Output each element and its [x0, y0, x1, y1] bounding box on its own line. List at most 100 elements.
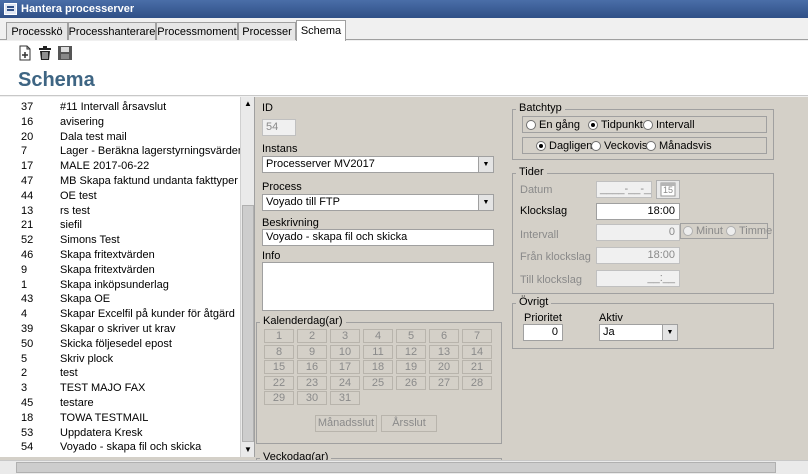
fran-klockslag-field: 18:00: [596, 247, 680, 264]
day-button[interactable]: 4: [363, 329, 393, 343]
list-item[interactable]: 39 Skapar o skriver ut krav: [0, 322, 240, 337]
day-button[interactable]: 13: [429, 344, 459, 359]
chevron-down-icon[interactable]: ▼: [478, 157, 493, 172]
list-item[interactable]: 45 testare: [0, 396, 240, 411]
chevron-down-icon[interactable]: ▼: [478, 195, 493, 210]
day-button[interactable]: 8: [264, 344, 294, 359]
list-item[interactable]: 16 avisering: [0, 115, 240, 130]
day-button[interactable]: 25: [363, 375, 393, 390]
radio-minut[interactable]: Minut: [683, 225, 723, 237]
day-button[interactable]: 26: [396, 375, 426, 390]
arsslut-button[interactable]: Årsslut: [381, 415, 437, 432]
scroll-thumb[interactable]: [242, 205, 254, 442]
instans-label: Instans: [262, 143, 298, 155]
radio-label: Veckovis: [604, 140, 648, 152]
day-button[interactable]: 28: [462, 375, 492, 390]
tab-label: Schema: [300, 25, 342, 37]
day-button[interactable]: 16: [297, 360, 327, 374]
day-button[interactable]: 29: [264, 391, 294, 405]
list-scrollbar[interactable]: ▲ ▼: [240, 97, 254, 457]
tab-processmoment[interactable]: Processmoment: [156, 22, 238, 40]
list-item[interactable]: 3 TEST MAJO FAX: [0, 381, 240, 396]
list-item[interactable]: 50 Skicka följesedel epost: [0, 337, 240, 352]
scroll-up-icon[interactable]: ▲: [241, 97, 254, 111]
save-button[interactable]: [56, 44, 74, 62]
instans-select[interactable]: Processerver MV2017 ▼: [262, 156, 494, 173]
day-button[interactable]: 19: [396, 360, 426, 374]
list-item[interactable]: 46 Skapa fritextvärden: [0, 248, 240, 263]
radio-tidpunkt[interactable]: Tidpunkt: [588, 119, 643, 131]
list-item[interactable]: 43 Skapa OE: [0, 292, 240, 307]
prioritet-field[interactable]: 0: [523, 324, 563, 341]
list-item[interactable]: 2 test: [0, 366, 240, 381]
list-item[interactable]: 44 OE test: [0, 189, 240, 204]
tab-schema[interactable]: Schema: [296, 20, 346, 41]
chevron-down-icon[interactable]: ▼: [662, 325, 677, 340]
list-item[interactable]: 4 Skapar Excelfil på kunder för åtgärd: [0, 307, 240, 322]
list-item[interactable]: 5 Skriv plock: [0, 352, 240, 367]
day-button[interactable]: 21: [462, 360, 492, 374]
day-button[interactable]: 18: [363, 360, 393, 374]
list-item[interactable]: 54 Voyado - skapa fil och skicka: [0, 440, 240, 455]
list-item[interactable]: 1 Skapa inköpsunderlag: [0, 278, 240, 293]
list-item[interactable]: 13 rs test: [0, 204, 240, 219]
radio-dot: [591, 141, 601, 151]
day-button[interactable]: 10: [330, 344, 360, 359]
day-button[interactable]: 9: [297, 344, 327, 359]
day-button[interactable]: 24: [330, 375, 360, 390]
delete-button[interactable]: [36, 44, 54, 62]
manadsslut-button[interactable]: Månadsslut: [315, 415, 377, 432]
list-item[interactable]: 52 Simons Test: [0, 233, 240, 248]
list-item[interactable]: 47 MB Skapa faktund undanta fakttyper: [0, 174, 240, 189]
day-button[interactable]: 2: [297, 329, 327, 343]
tab-processhanterare[interactable]: Processhanterare: [68, 22, 156, 40]
list-item[interactable]: 37 #11 Intervall årsavslut: [0, 100, 240, 115]
new-button[interactable]: [16, 44, 34, 62]
horizontal-scrollbar[interactable]: [0, 460, 808, 474]
process-select[interactable]: Voyado till FTP ▼: [262, 194, 494, 211]
radio-intervall[interactable]: Intervall: [643, 119, 695, 131]
day-button[interactable]: 17: [330, 360, 360, 374]
horizontal-scroll-thumb[interactable]: [16, 462, 776, 473]
list-item-id: 7: [21, 145, 28, 158]
list-item-id: 4: [21, 308, 28, 321]
scroll-down-icon[interactable]: ▼: [241, 443, 254, 457]
radio-label: Tidpunkt: [601, 119, 643, 131]
day-button[interactable]: 1: [264, 329, 294, 343]
radio-veckovis[interactable]: Veckovis: [591, 140, 647, 152]
day-button[interactable]: 20: [429, 360, 459, 374]
fran-klockslag-label: Från klockslag: [520, 251, 591, 263]
list-item-name: MB Skapa faktund undanta fakttyper: [60, 175, 238, 187]
list-item[interactable]: 17 MALE 2017-06-22: [0, 159, 240, 174]
day-button[interactable]: 11: [363, 344, 393, 359]
day-button[interactable]: 22: [264, 375, 294, 390]
aktiv-select[interactable]: Ja ▼: [599, 324, 678, 341]
list-item[interactable]: 20 Dala test mail: [0, 130, 240, 145]
day-button[interactable]: 12: [396, 344, 426, 359]
radio-manadsvis[interactable]: Månadsvis: [646, 140, 712, 152]
klockslag-field[interactable]: 18:00: [596, 203, 680, 220]
day-button[interactable]: 3: [330, 329, 360, 343]
date-picker-button[interactable]: 15: [656, 180, 680, 199]
day-button[interactable]: 5: [396, 329, 426, 343]
radio-en-gang[interactable]: En gång: [526, 119, 580, 131]
tab-processer[interactable]: Processer: [238, 22, 296, 40]
tab-processko[interactable]: Processkö: [6, 22, 68, 40]
day-button[interactable]: 31: [330, 391, 360, 405]
day-button[interactable]: 14: [462, 344, 492, 359]
beskrivning-field[interactable]: Voyado - skapa fil och skicka: [262, 229, 494, 246]
list-item[interactable]: 21 siefil: [0, 218, 240, 233]
day-button[interactable]: 15: [264, 360, 294, 374]
info-field[interactable]: [262, 262, 494, 311]
list-item[interactable]: 9 Skapa fritextvärden: [0, 263, 240, 278]
radio-dagligen[interactable]: Dagligen: [536, 140, 592, 152]
list-item[interactable]: 18 TOWA TESTMAIL: [0, 411, 240, 426]
day-button[interactable]: 30: [297, 391, 327, 405]
radio-timme[interactable]: Timme: [726, 225, 772, 237]
day-button[interactable]: 7: [462, 329, 492, 343]
day-button[interactable]: 6: [429, 329, 459, 343]
day-button[interactable]: 23: [297, 375, 327, 390]
list-item[interactable]: 53 Uppdatera Kresk: [0, 426, 240, 441]
day-button[interactable]: 27: [429, 375, 459, 390]
list-item[interactable]: 7 Lager - Beräkna lagerstyrningsvärden: [0, 144, 244, 159]
